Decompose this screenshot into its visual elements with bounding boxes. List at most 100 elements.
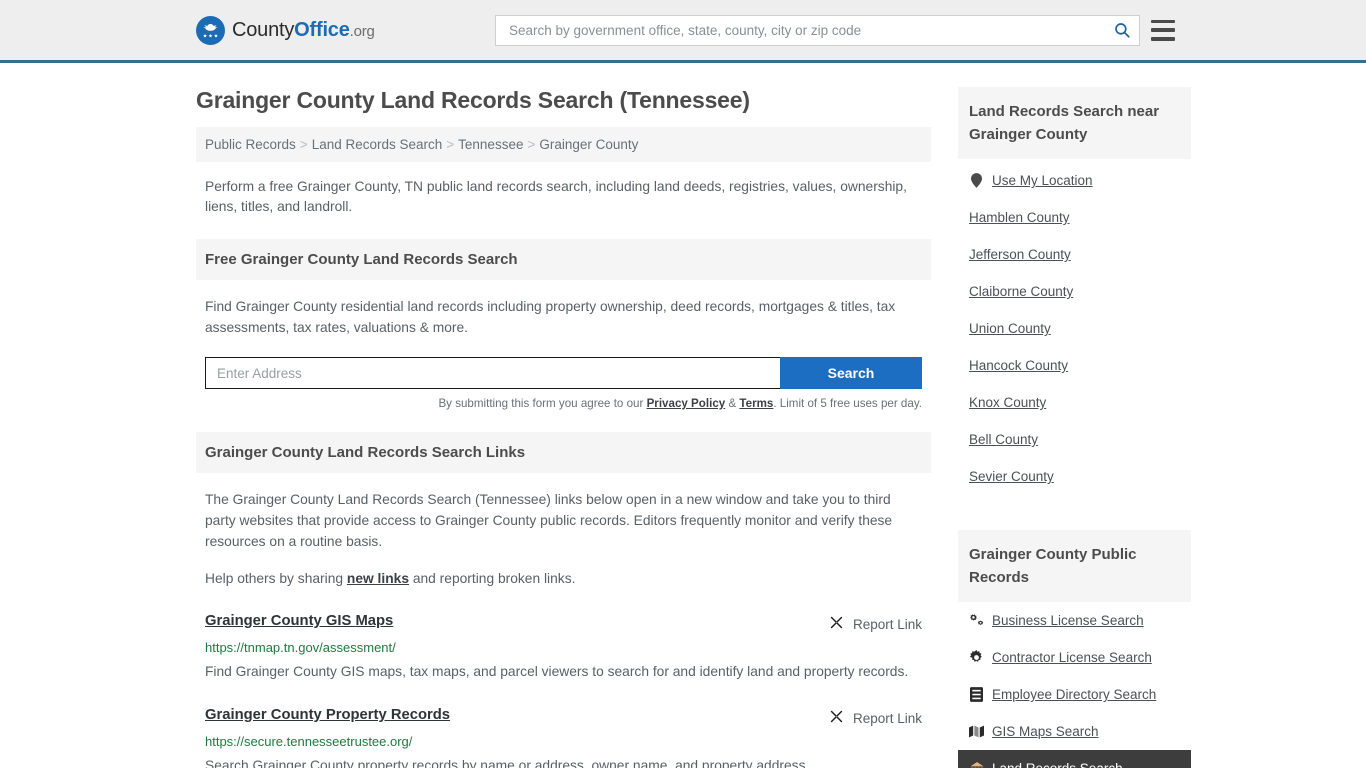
broken-link-icon [828,614,845,634]
hamburger-bar [1151,28,1175,32]
main-content: Grainger County Land Records Search (Ten… [196,63,931,768]
sidebar-nearby-heading: Land Records Search near Grainger County [958,87,1191,159]
terms-link[interactable]: Terms [739,397,773,410]
search-input[interactable] [507,21,1113,39]
address-search-button[interactable]: Search [780,357,922,389]
logo-text-org: .org [349,22,375,40]
free-search-heading: Free Grainger County Land Records Search [196,239,931,280]
id-card-icon [969,687,984,702]
sidebar-link-label[interactable]: Hancock County [969,358,1068,373]
breadcrumb-separator: > [527,137,536,152]
breadcrumb-item-tennessee[interactable]: Tennessee [458,137,523,152]
sidebar-item-hancock-county[interactable]: Hancock County [958,347,1191,384]
sidebar-item-union-county[interactable]: Union County [958,310,1191,347]
breadcrumb-separator: > [446,137,455,152]
site-header: CountyOffice.org [0,0,1366,63]
sidebar-item-land-records-search[interactable]: Land Records Search [958,750,1191,768]
eagle-seal-icon [196,15,225,45]
sidebar-item-hamblen-county[interactable]: Hamblen County [958,199,1191,236]
result-title-link[interactable]: Grainger County Property Records [205,707,450,723]
sidebar-link-label[interactable]: Hamblen County [969,210,1070,225]
disclaimer-amp: & [725,397,740,410]
disclaimer-prefix: By submitting this form you agree to our [438,397,647,410]
sidebar-item-bell-county[interactable]: Bell County [958,421,1191,458]
search-icon[interactable] [1113,21,1131,39]
sidebar-item-gis-maps-search[interactable]: GIS Maps Search [958,713,1191,750]
sidebar-link-label[interactable]: Use My Location [992,173,1093,188]
header-search-bar[interactable] [495,14,1140,46]
report-link-label: Report Link [852,616,922,632]
logo-text-county: County [232,18,295,41]
cogs-icon [969,613,984,628]
new-links-link[interactable]: new links [347,571,409,586]
sidebar-public-records-list: Business License Search Contractor Licen… [958,602,1191,768]
broken-link-icon [828,708,845,728]
hamburger-bar [1151,37,1175,41]
sidebar-link-label[interactable]: Land Records Search [992,761,1123,768]
sidebar-item-knox-county[interactable]: Knox County [958,384,1191,421]
logo-wordmark: CountyOffice.org [232,19,375,42]
form-disclaimer: By submitting this form you agree to our… [205,397,922,410]
result-title-link[interactable]: Grainger County GIS Maps [205,613,393,629]
map-icon [969,724,984,739]
sidebar-link-label[interactable]: Sevier County [969,469,1054,484]
result-description: Search Grainger County property records … [205,758,810,768]
hamburger-bar [1151,19,1175,23]
address-input[interactable] [205,357,780,389]
sidebar-item-sevier-county[interactable]: Sevier County [958,458,1191,495]
privacy-policy-link[interactable]: Privacy Policy [647,397,726,410]
address-search-form: Search [205,357,922,389]
result-item: Grainger County GIS Maps Report Link htt… [196,613,931,683]
logo-text-office: Office [294,18,350,41]
sidebar-item-claiborne-county[interactable]: Claiborne County [958,273,1191,310]
sidebar-link-label[interactable]: Contractor License Search [992,650,1152,665]
sidebar-link-label[interactable]: Employee Directory Search [992,687,1156,702]
sidebar: Land Records Search near Grainger County… [958,63,1191,768]
disclaimer-suffix: . Limit of 5 free uses per day. [773,397,922,410]
site-logo[interactable]: CountyOffice.org [196,15,375,45]
report-link-button[interactable]: Report Link [828,614,922,634]
help-prefix: Help others by sharing [205,571,347,586]
breadcrumb: Public Records > Land Records Search > Tenne… [196,127,931,162]
help-suffix: and reporting broken links. [409,571,576,586]
links-panel-help: Help others by sharing new links and rep… [205,568,922,589]
links-panel-heading: Grainger County Land Records Search Link… [196,432,931,473]
sidebar-link-label[interactable]: Bell County [969,432,1038,447]
sidebar-public-records-heading: Grainger County Public Records [958,530,1191,602]
result-header: Grainger County Property Records Report … [205,707,922,728]
result-description: Find Grainger County GIS maps, tax maps,… [205,664,909,679]
sidebar-nearby-list: Use My Location Hamblen County Jefferson… [958,159,1191,495]
breadcrumb-item-public-records[interactable]: Public Records [205,137,296,152]
result-url: https://tnmap.tn.gov/assessment/ [205,640,396,655]
sidebar-item-business-license-search[interactable]: Business License Search [958,602,1191,639]
result-item: Grainger County Property Records Report … [196,707,931,768]
breadcrumb-item-land-records-search[interactable]: Land Records Search [312,137,443,152]
page-container: Grainger County Land Records Search (Ten… [0,63,1366,768]
sidebar-item-use-my-location[interactable]: Use My Location [958,159,1191,199]
links-panel-paragraph: The Grainger County Land Records Search … [205,492,893,549]
breadcrumb-separator: > [299,137,308,152]
sidebar-link-label[interactable]: Knox County [969,395,1046,410]
sidebar-link-label[interactable]: Business License Search [992,613,1144,628]
free-search-body: Find Grainger County residential land re… [196,296,931,410]
sidebar-link-label[interactable]: Jefferson County [969,247,1071,262]
report-link-label: Report Link [852,710,922,726]
breadcrumb-item-grainger-county[interactable]: Grainger County [539,137,638,152]
sidebar-item-contractor-license-search[interactable]: Contractor License Search [958,639,1191,676]
links-panel-body: The Grainger County Land Records Search … [196,489,931,589]
map-pin-icon [969,173,984,188]
sidebar-link-label[interactable]: Union County [969,321,1051,336]
hamburger-menu-icon[interactable] [1151,19,1175,41]
free-search-description: Find Grainger County residential land re… [205,299,896,335]
intro-paragraph: Perform a free Grainger County, TN publi… [205,179,907,214]
sidebar-link-label[interactable]: GIS Maps Search [992,724,1099,739]
page-title: Grainger County Land Records Search (Ten… [196,87,750,113]
sidebar-item-employee-directory-search[interactable]: Employee Directory Search [958,676,1191,713]
result-url: https://secure.tennesseetrustee.org/ [205,734,413,749]
result-header: Grainger County GIS Maps Report Link [205,613,922,634]
sidebar-link-label[interactable]: Claiborne County [969,284,1073,299]
sidebar-item-jefferson-county[interactable]: Jefferson County [958,236,1191,273]
cog-icon [969,650,984,665]
report-link-button[interactable]: Report Link [828,708,922,728]
landmark-icon [969,761,984,768]
